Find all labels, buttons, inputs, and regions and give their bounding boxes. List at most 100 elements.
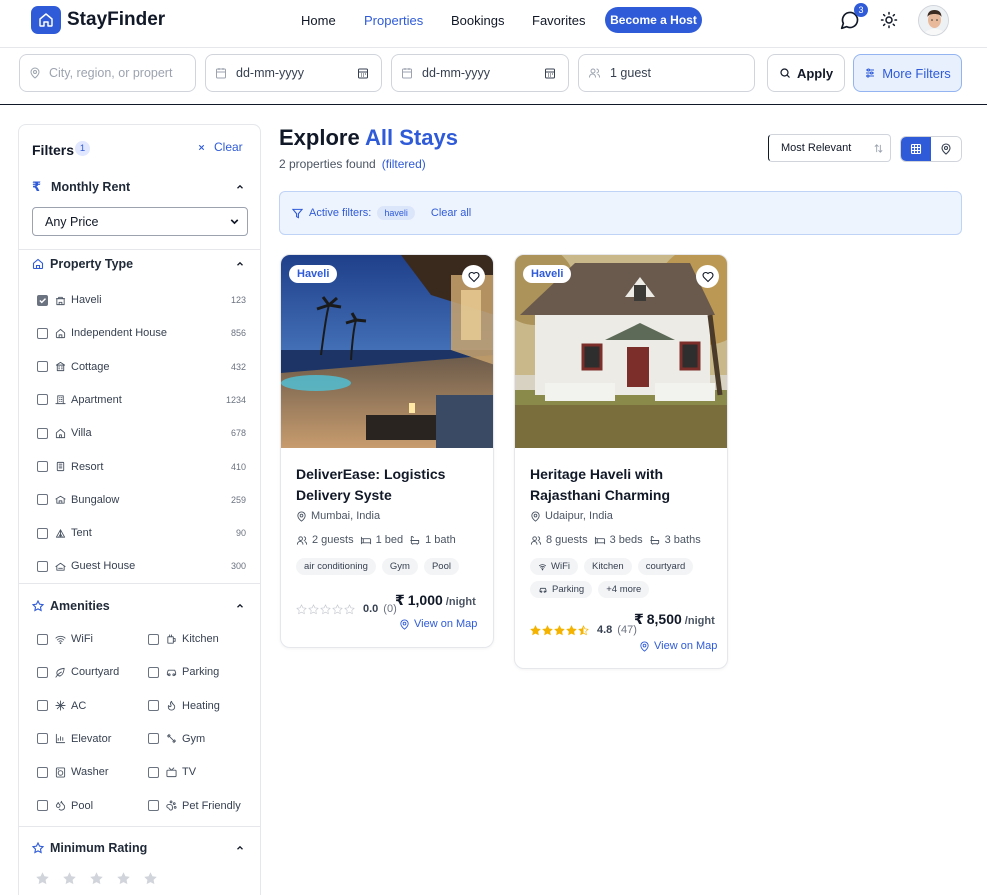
users-icon: [296, 535, 308, 546]
calendar-picker-icon[interactable]: [357, 67, 369, 79]
guests-input[interactable]: 1 guest: [578, 54, 755, 92]
favorite-heart-icon[interactable]: [462, 265, 485, 288]
checkbox[interactable]: [148, 766, 159, 778]
amenity-chip-wifi: WiFi: [530, 558, 578, 575]
property-type-option[interactable]: Cottage 432: [37, 358, 246, 376]
messages-badge: 3: [854, 3, 868, 17]
rating-star-icon[interactable]: [143, 871, 158, 886]
nav-properties[interactable]: Properties: [364, 13, 423, 28]
listing-card[interactable]: Haveli Heritage Haveli with Rajasthani C…: [514, 254, 728, 669]
listing-title[interactable]: DeliverEase: Logistics Delivery Syste: [296, 464, 486, 506]
checkin-date-input[interactable]: dd-mm-yyyy: [205, 54, 382, 92]
map-view-button[interactable]: [931, 137, 961, 161]
property-type-option[interactable]: Tent 90: [37, 524, 246, 542]
active-filter-chip[interactable]: haveli: [377, 206, 415, 220]
price-select[interactable]: Any Price: [32, 207, 248, 236]
property-type-option[interactable]: Bungalow 259: [37, 491, 246, 509]
grid-view-button[interactable]: [901, 137, 931, 161]
checkbox[interactable]: [148, 800, 159, 811]
amenity-option[interactable]: Pet Friendly: [148, 797, 241, 815]
beds-text: 3 beds: [609, 534, 643, 546]
checkin-value: dd-mm-yyyy: [236, 66, 305, 80]
favorite-heart-icon[interactable]: [696, 265, 719, 288]
checkbox[interactable]: [37, 527, 48, 539]
monthly-rent-header[interactable]: ₹ Monthly Rent: [32, 179, 130, 195]
checkbox[interactable]: [37, 700, 48, 712]
chevron-up-icon[interactable]: [235, 259, 245, 269]
chevron-up-icon[interactable]: [235, 601, 245, 611]
checkbox[interactable]: [37, 560, 48, 572]
amenity-option[interactable]: TV: [148, 763, 196, 781]
amenity-label: Washer: [71, 766, 109, 779]
amenity-option[interactable]: Washer: [37, 763, 109, 781]
theme-toggle-sun-icon[interactable]: [880, 11, 898, 29]
checkbox[interactable]: [37, 800, 48, 811]
amenity-option[interactable]: Courtyard: [37, 663, 119, 681]
amenity-option[interactable]: AC: [37, 697, 86, 715]
view-on-map-link[interactable]: View on Map: [639, 640, 717, 652]
checkbox[interactable]: [37, 666, 48, 678]
property-type-option[interactable]: Apartment 1234: [37, 391, 246, 409]
brand-name[interactable]: StayFinder: [67, 9, 165, 31]
more-filters-button[interactable]: More Filters: [853, 54, 962, 92]
chevron-up-icon[interactable]: [235, 182, 245, 192]
home-logo-icon[interactable]: [31, 6, 61, 34]
amenity-option[interactable]: Kitchen: [148, 630, 219, 648]
property-type-option[interactable]: Independent House 856: [37, 324, 246, 342]
bath-icon: [649, 535, 661, 546]
rating-star-icon[interactable]: [62, 871, 77, 886]
more-amenities-chip[interactable]: +4 more: [598, 581, 650, 598]
filter-funnel-icon: [292, 208, 303, 219]
listing-photo-resort[interactable]: Haveli: [281, 255, 493, 448]
property-type-option[interactable]: Resort 410: [37, 458, 246, 476]
clear-all-link[interactable]: Clear all: [431, 207, 471, 219]
checkbox[interactable]: [148, 666, 159, 678]
minimum-rating-header[interactable]: Minimum Rating: [32, 841, 147, 855]
become-host-button[interactable]: Become a Host: [605, 7, 702, 33]
checkbox[interactable]: [37, 766, 48, 778]
clear-filters-button[interactable]: Clear: [197, 140, 243, 154]
nav-home[interactable]: Home: [301, 13, 336, 28]
checkout-date-input[interactable]: dd-mm-yyyy: [391, 54, 569, 92]
checkbox[interactable]: [148, 700, 159, 712]
listing-card[interactable]: Haveli DeliverEase: Logistics Delivery S…: [280, 254, 494, 648]
view-on-map-link[interactable]: View on Map: [399, 618, 477, 630]
property-type-option[interactable]: Guest House 300: [37, 557, 246, 575]
amenity-option[interactable]: Gym: [148, 730, 205, 748]
haveli-icon: [55, 295, 66, 306]
checkbox[interactable]: [37, 494, 48, 506]
property-type-header[interactable]: Property Type: [32, 257, 133, 271]
apply-button[interactable]: Apply: [767, 54, 845, 92]
user-avatar[interactable]: [918, 5, 949, 36]
amenity-option[interactable]: WiFi: [37, 630, 93, 648]
chevron-up-icon[interactable]: [235, 843, 245, 853]
amenity-label: Kitchen: [182, 633, 219, 645]
property-type-option[interactable]: Haveli 123: [37, 291, 246, 309]
checkbox[interactable]: [148, 633, 159, 645]
checkbox[interactable]: [37, 361, 48, 373]
checkbox-checked[interactable]: [37, 294, 48, 306]
rating-star-icon[interactable]: [35, 871, 50, 886]
checkbox[interactable]: [37, 427, 48, 439]
amenity-option[interactable]: Parking: [148, 663, 219, 681]
listing-title[interactable]: Heritage Haveli with Rajasthani Charming: [530, 464, 720, 506]
sort-select[interactable]: Most Relevant: [768, 134, 891, 162]
calendar-picker-icon[interactable]: [544, 67, 556, 79]
amenity-option[interactable]: Elevator: [37, 730, 111, 748]
checkbox[interactable]: [37, 733, 48, 745]
nav-favorites[interactable]: Favorites: [532, 13, 585, 28]
rating-star-icon[interactable]: [116, 871, 131, 886]
checkbox[interactable]: [37, 394, 48, 406]
checkbox[interactable]: [148, 733, 159, 745]
amenity-option[interactable]: Heating: [148, 697, 220, 715]
rating-star-icon[interactable]: [89, 871, 104, 886]
listing-photo-house[interactable]: Haveli: [515, 255, 727, 448]
amenities-header[interactable]: Amenities: [32, 599, 110, 613]
checkbox[interactable]: [37, 327, 48, 339]
amenity-option[interactable]: Pool: [37, 797, 93, 815]
checkbox[interactable]: [37, 461, 48, 472]
location-input[interactable]: City, region, or propert: [19, 54, 196, 92]
nav-bookings[interactable]: Bookings: [451, 13, 504, 28]
property-type-option[interactable]: Villa 678: [37, 424, 246, 442]
checkbox[interactable]: [37, 633, 48, 645]
